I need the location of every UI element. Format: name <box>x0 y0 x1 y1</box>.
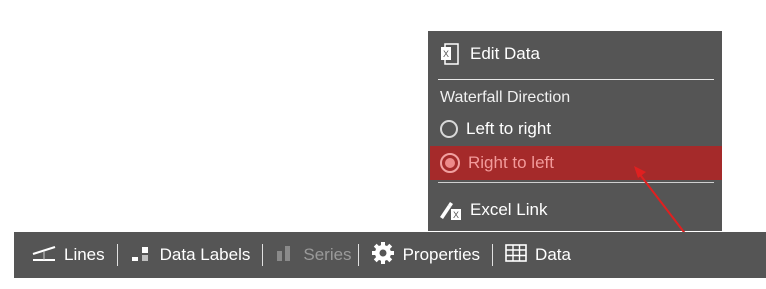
lines-button[interactable]: Lines <box>32 232 105 278</box>
table-icon <box>505 243 527 267</box>
toolbar-divider <box>116 244 118 266</box>
data-label: Data <box>535 245 571 264</box>
series-label: Series <box>303 245 352 264</box>
toolbar-divider <box>262 244 264 266</box>
data-labels-label: Data Labels <box>159 245 251 264</box>
toolbar-divider <box>357 244 359 266</box>
data-button[interactable]: Data <box>505 232 571 278</box>
properties-label: Properties <box>402 245 481 264</box>
series-icon <box>275 243 295 268</box>
properties-button[interactable]: Properties <box>371 232 480 278</box>
data-labels-icon <box>130 243 152 268</box>
gear-icon <box>371 241 395 270</box>
chart-toolbar: Lines Data Labels Series Properties Data <box>14 232 766 278</box>
lines-label: Lines <box>64 245 105 264</box>
series-button[interactable]: Series <box>275 232 352 278</box>
data-labels-button[interactable]: Data Labels <box>130 232 251 278</box>
toolbar-divider <box>492 244 494 266</box>
lines-icon <box>32 243 56 268</box>
